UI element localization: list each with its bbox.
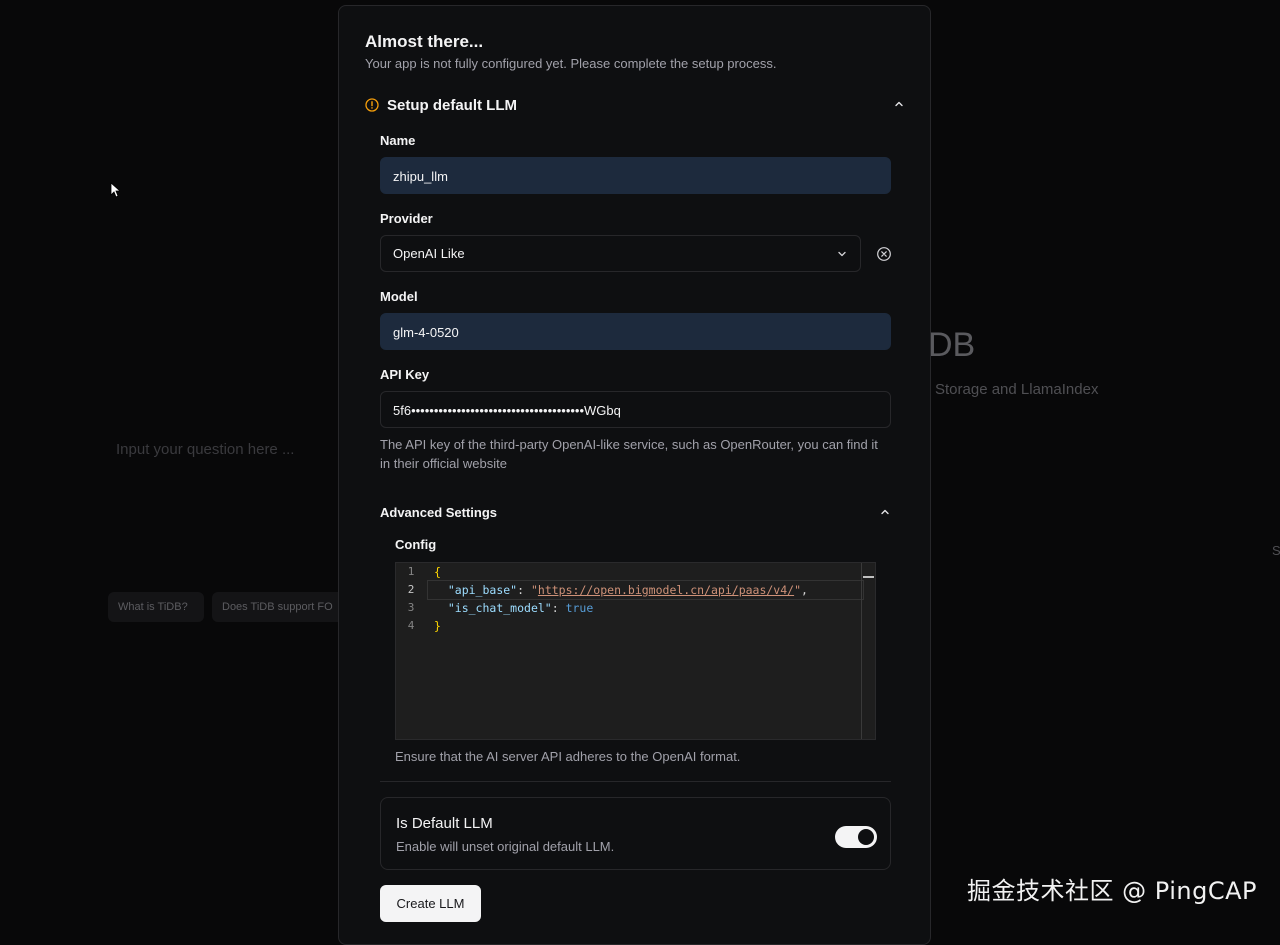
line-number-gutter: 1 2 3 4 [396,563,426,635]
suggestion-chip: What is TiDB? [108,592,204,622]
dialog-title: Almost there... [365,32,484,51]
clear-selection-icon[interactable] [876,246,892,262]
json-key: "is_chat_model" [447,601,552,615]
json-bool-value: true [565,601,594,615]
toggle-knob [858,829,874,845]
provider-value: OpenAI Like [393,246,465,261]
line-number: 3 [407,601,415,614]
model-field[interactable]: glm-4-0520 [380,313,891,350]
setup-dialog: Almost there... Your app is not fully co… [338,5,931,945]
json-colon: : [517,583,531,597]
advanced-settings-header[interactable]: Advanced Settings [380,504,891,522]
suggestion-chip: Does TiDB support FO [212,592,358,622]
question-input-placeholder: Input your question here ... [116,441,295,458]
chevron-up-icon[interactable] [879,506,891,518]
json-open-brace: { [434,565,441,579]
chevron-up-icon[interactable] [893,98,905,110]
provider-select[interactable]: OpenAI Like [380,235,861,272]
config-help: Ensure that the AI server API adheres to… [395,749,741,764]
json-comma: , [801,583,808,597]
background-text-fragment: S [1272,543,1280,558]
default-llm-description: Enable will unset original default LLM. [396,839,615,854]
line-number: 4 [407,619,415,632]
background-subtitle: Storage and LlamaIndex [935,381,1099,398]
config-editor[interactable]: 1 2 3 4 { "api_base": "https://open.bigm… [395,562,876,740]
code-line: } [434,617,861,635]
mouse-cursor-icon [110,182,120,198]
setup-llm-section-header[interactable]: Setup default LLM [365,94,905,116]
create-llm-button[interactable]: Create LLM [380,885,481,922]
config-label: Config [395,537,437,552]
section-title: Setup default LLM [387,96,517,114]
scrollbar-marker [863,576,874,578]
json-colon: : [551,601,566,615]
json-quote: " [794,583,802,597]
api-key-field[interactable]: 5f6•••••••••••••••••••••••••••••••••••••… [380,391,891,428]
watermark: 掘金技术社区 @ PingCAP [967,877,1257,905]
name-field[interactable]: zhipu_llm [380,157,891,194]
chevron-down-icon [838,251,846,256]
json-close-brace: } [434,619,441,633]
api-key-label: API Key [380,367,430,382]
code-line: { [434,563,861,581]
name-label: Name [380,133,416,148]
api-key-help: The API key of the third-party OpenAI-li… [380,437,878,471]
advanced-settings-title: Advanced Settings [380,505,498,520]
json-key: "api_base" [447,583,518,597]
default-llm-card: Is Default LLM Enable will unset origina… [380,797,891,870]
code-content[interactable]: { "api_base": "https://open.bigmodel.cn/… [427,563,864,635]
default-llm-toggle[interactable] [835,826,877,848]
code-line-active: "api_base": "https://open.bigmodel.cn/ap… [427,580,864,600]
default-llm-title: Is Default LLM [396,815,493,832]
json-url-value[interactable]: https://open.bigmodel.cn/api/paas/v4/ [538,583,794,597]
json-quote: " [530,583,538,597]
background-title: DB [928,326,976,364]
divider [380,781,891,782]
provider-label: Provider [380,211,433,226]
editor-scrollbar[interactable] [861,563,875,739]
code-line: "is_chat_model": true [434,599,861,617]
warning-icon [365,98,379,112]
line-number: 1 [407,565,415,578]
model-label: Model [380,289,418,304]
dialog-description: Your app is not fully configured yet. Pl… [365,56,777,71]
line-number: 2 [407,583,415,596]
